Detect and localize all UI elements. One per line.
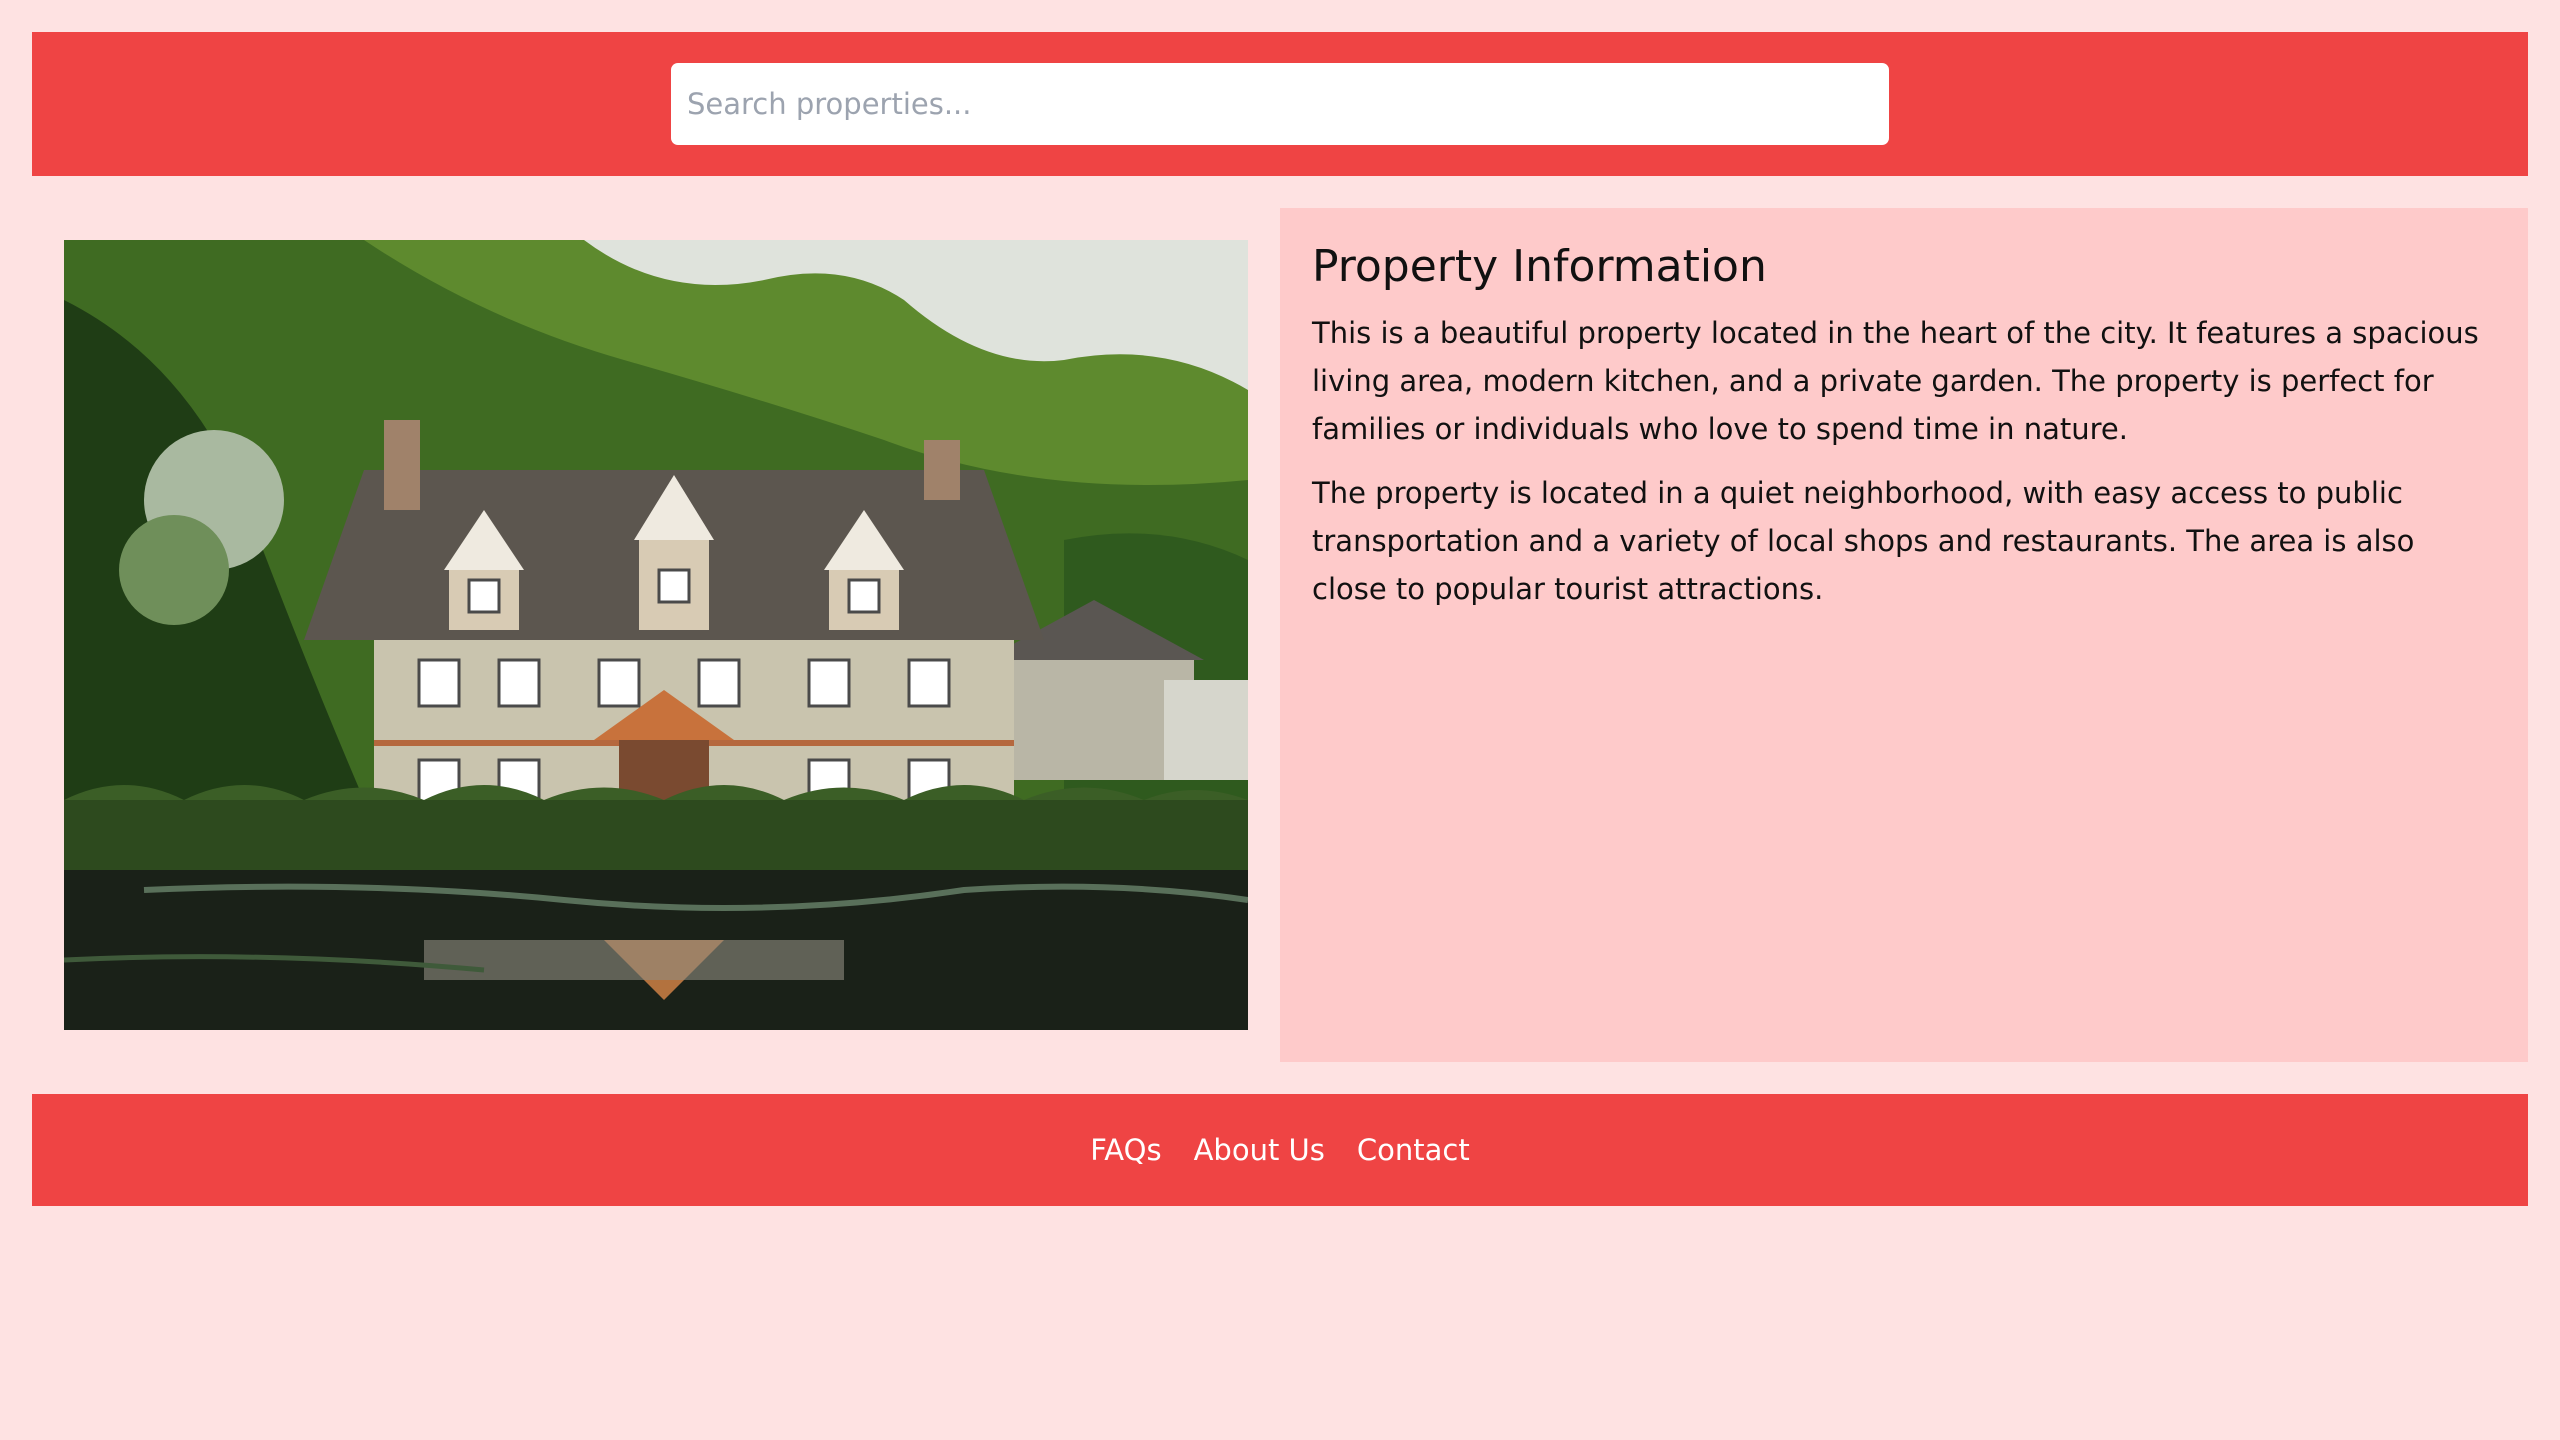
property-photo — [64, 240, 1248, 1030]
search-input[interactable] — [671, 63, 1889, 145]
site-footer: FAQs About Us Contact — [32, 1094, 2528, 1206]
footer-link-contact[interactable]: Contact — [1357, 1133, 1470, 1167]
footer-link-about-us[interactable]: About Us — [1194, 1133, 1325, 1167]
footer-link-faqs[interactable]: FAQs — [1090, 1133, 1161, 1167]
property-info-title: Property Information — [1312, 241, 1767, 292]
site-header — [32, 32, 2528, 176]
property-description-paragraph: This is a beautiful property located in … — [1312, 316, 2479, 447]
property-location-paragraph: The property is located in a quiet neigh… — [1312, 476, 2415, 607]
property-info-panel: Property Information This is a beautiful… — [1280, 208, 2528, 1062]
